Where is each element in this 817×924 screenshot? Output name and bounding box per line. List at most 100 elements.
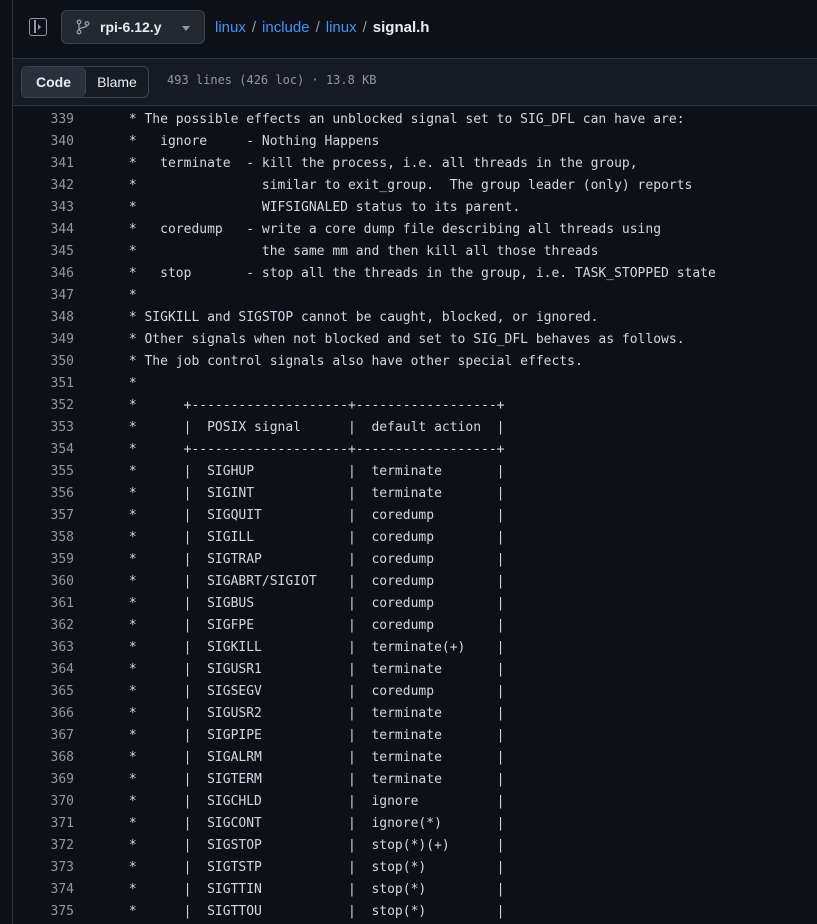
code-text: * coredump - write a core dump file desc… [121,222,662,237]
line-number[interactable]: 346 [13,263,74,285]
line-number[interactable]: 340 [13,131,74,153]
line-number[interactable]: 373 [13,857,74,879]
view-mode-toggle: Code Blame [21,66,149,98]
code-line: 348 * SIGKILL and SIGSTOP cannot be caug… [13,307,817,329]
code-line: 373 * | SIGTSTP | stop(*) | [13,857,817,879]
code-text: * terminate - kill the process, i.e. all… [121,156,638,171]
code-line: 374 * | SIGTTIN | stop(*) | [13,879,817,901]
code-text: * | SIGSEGV | coredump | [121,684,505,699]
line-number[interactable]: 353 [13,417,74,439]
code-line: 367 * | SIGPIPE | terminate | [13,725,817,747]
code-line: 341 * terminate - kill the process, i.e.… [13,153,817,175]
code-line: 351 * [13,373,817,395]
line-number[interactable]: 365 [13,681,74,703]
left-rail [0,0,13,924]
side-panel-toggle-icon[interactable] [29,18,47,36]
code-text: * | SIGBUS | coredump | [121,596,505,611]
code-line: 345 * the same mm and then kill all thos… [13,241,817,263]
code-line: 353 * | POSIX signal | default action | [13,417,817,439]
tab-code[interactable]: Code [22,67,86,97]
branch-name: rpi-6.12.y [100,19,162,35]
line-number[interactable]: 367 [13,725,74,747]
line-number[interactable]: 354 [13,439,74,461]
line-number[interactable]: 375 [13,901,74,923]
code-line: 369 * | SIGTERM | terminate | [13,769,817,791]
line-number[interactable]: 345 [13,241,74,263]
code-text: * +--------------------+----------------… [121,398,505,413]
line-number[interactable]: 349 [13,329,74,351]
line-number[interactable]: 351 [13,373,74,395]
line-number[interactable]: 339 [13,109,74,131]
code-line: 349 * Other signals when not blocked and… [13,329,817,351]
code-line: 370 * | SIGCHLD | ignore | [13,791,817,813]
breadcrumb-link-linux-sub[interactable]: linux [326,19,357,36]
code-text: * | POSIX signal | default action | [121,420,505,435]
code-line: 364 * | SIGUSR1 | terminate | [13,659,817,681]
breadcrumb-link-linux[interactable]: linux [215,19,246,36]
line-number[interactable]: 362 [13,615,74,637]
code-line: 361 * | SIGBUS | coredump | [13,593,817,615]
code-line: 365 * | SIGSEGV | coredump | [13,681,817,703]
code-line: 363 * | SIGKILL | terminate(+) | [13,637,817,659]
code-text: * | SIGUSR2 | terminate | [121,706,505,721]
breadcrumb-separator: / [362,19,367,36]
code-text: * | SIGTSTP | stop(*) | [121,860,505,875]
code-line: 356 * | SIGINT | terminate | [13,483,817,505]
file-topbar: rpi-6.12.y linux / include / linux / sig… [13,0,817,56]
line-number[interactable]: 374 [13,879,74,901]
line-number[interactable]: 352 [13,395,74,417]
line-number[interactable]: 366 [13,703,74,725]
code-line: 371 * | SIGCONT | ignore(*) | [13,813,817,835]
code-line: 366 * | SIGUSR2 | terminate | [13,703,817,725]
code-line: 342 * similar to exit_group. The group l… [13,175,817,197]
code-line: 360 * | SIGABRT/SIGIOT | coredump | [13,571,817,593]
branch-selector-button[interactable]: rpi-6.12.y [61,10,205,44]
line-number[interactable]: 370 [13,791,74,813]
code-text: * | SIGALRM | terminate | [121,750,505,765]
line-number[interactable]: 359 [13,549,74,571]
code-text: * +--------------------+----------------… [121,442,505,457]
code-text: * | SIGINT | terminate | [121,486,505,501]
code-text: * | SIGABRT/SIGIOT | coredump | [121,574,505,589]
code-text: * The job control signals also have othe… [121,354,583,369]
line-number[interactable]: 368 [13,747,74,769]
line-number[interactable]: 342 [13,175,74,197]
line-number[interactable]: 363 [13,637,74,659]
line-number[interactable]: 361 [13,593,74,615]
line-number[interactable]: 341 [13,153,74,175]
code-text: * | SIGFPE | coredump | [121,618,505,633]
code-text: * ignore - Nothing Happens [121,134,380,149]
line-number[interactable]: 355 [13,461,74,483]
line-number[interactable]: 358 [13,527,74,549]
code-line: 339 * The possible effects an unblocked … [13,109,817,131]
code-text: * | SIGUSR1 | terminate | [121,662,505,677]
line-number[interactable]: 348 [13,307,74,329]
line-number[interactable]: 369 [13,769,74,791]
line-number[interactable]: 372 [13,835,74,857]
line-number[interactable]: 344 [13,219,74,241]
code-line: 368 * | SIGALRM | terminate | [13,747,817,769]
breadcrumb-link-include[interactable]: include [262,19,310,36]
line-number[interactable]: 360 [13,571,74,593]
git-branch-icon [76,19,90,35]
line-number[interactable]: 347 [13,285,74,307]
file-stats: 493 lines (426 loc) · 13.8 KB [167,73,377,87]
code-text: * the same mm and then kill all those th… [121,244,599,259]
line-number[interactable]: 356 [13,483,74,505]
code-line: 375 * | SIGTTOU | stop(*) | [13,901,817,923]
code-text: * [121,288,137,303]
line-number[interactable]: 350 [13,351,74,373]
code-text: * | SIGPIPE | terminate | [121,728,505,743]
tab-blame[interactable]: Blame [86,67,148,97]
code-line: 343 * WIFSIGNALED status to its parent. [13,197,817,219]
line-number[interactable]: 364 [13,659,74,681]
line-number[interactable]: 343 [13,197,74,219]
code-view: 339 * The possible effects an unblocked … [13,109,817,923]
code-text: * | SIGTERM | terminate | [121,772,505,787]
line-number[interactable]: 357 [13,505,74,527]
code-text: * | SIGTTIN | stop(*) | [121,882,505,897]
line-number[interactable]: 371 [13,813,74,835]
code-text: * | SIGHUP | terminate | [121,464,505,479]
code-text: * | SIGCHLD | ignore | [121,794,505,809]
code-text: * | SIGQUIT | coredump | [121,508,505,523]
